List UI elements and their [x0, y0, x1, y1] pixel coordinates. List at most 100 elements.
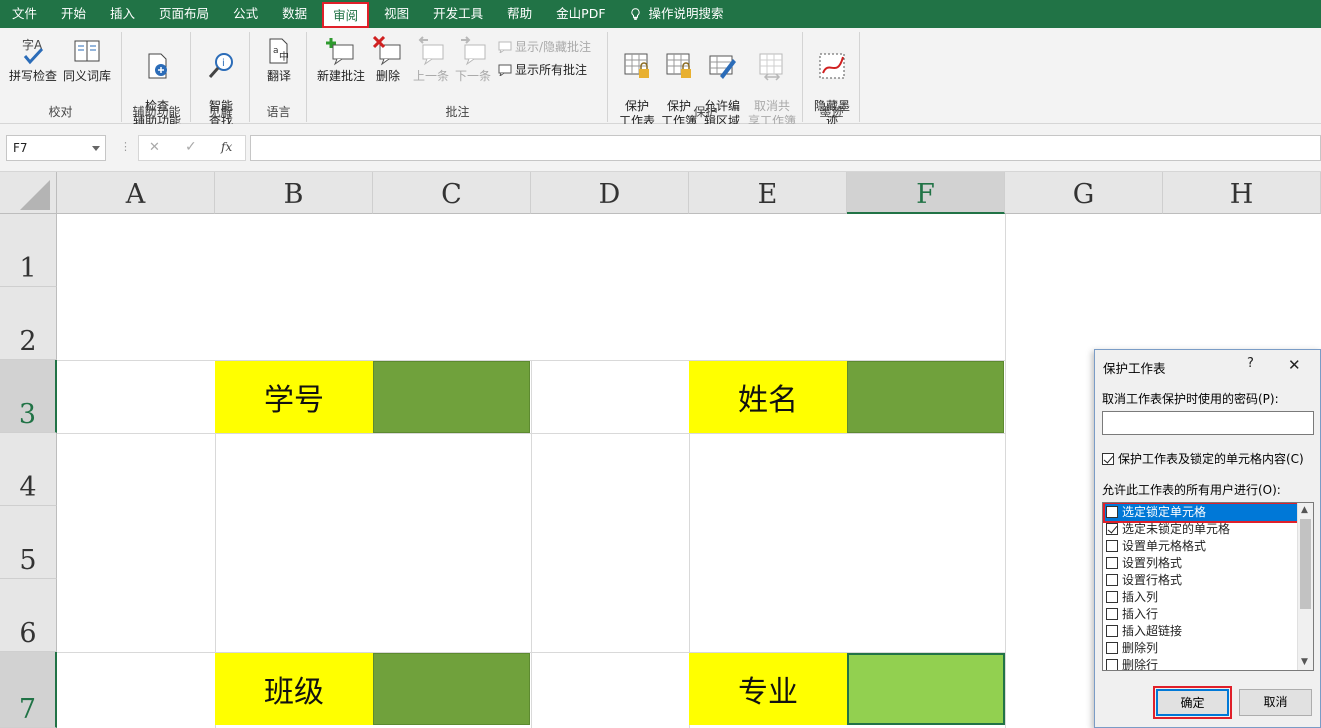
row-header-3[interactable]: 3	[0, 360, 57, 433]
menu-insert[interactable]: 插入	[98, 0, 147, 28]
menu-developer[interactable]: 开发工具	[421, 0, 495, 28]
tell-me-search[interactable]: 操作说明搜索	[618, 0, 736, 28]
permission-delete-rows[interactable]: 删除行	[1105, 657, 1298, 670]
new-comment-button[interactable]: 新建批注	[314, 36, 368, 84]
chevron-down-icon[interactable]	[92, 146, 100, 151]
checkbox[interactable]	[1106, 642, 1118, 654]
row-header-5[interactable]: 5	[0, 506, 57, 579]
spell-check-icon: 字A	[22, 37, 44, 65]
thesaurus-button[interactable]: 同义词库	[60, 36, 114, 84]
permission-insert-columns[interactable]: 插入列	[1105, 589, 1298, 606]
dialog-title: 保护工作表	[1103, 361, 1166, 376]
ribbon: 字A 拼写检查 同义词库 校对 检查 辅助功能 辅助功能 i 智能 查找 见解 …	[0, 28, 1321, 128]
checkbox[interactable]	[1106, 506, 1118, 518]
menu-review[interactable]: 审阅	[322, 2, 370, 28]
cell-c3[interactable]	[373, 361, 530, 433]
permission-select-unlocked[interactable]: 选定未锁定的单元格	[1105, 521, 1298, 538]
checkbox[interactable]	[1106, 591, 1118, 603]
row-header-1[interactable]: 1	[0, 214, 57, 287]
column-header-a[interactable]: A	[57, 172, 215, 214]
formula-buttons: ✕ ✓ fx	[138, 135, 246, 161]
accessibility-check-icon	[148, 53, 167, 79]
password-input[interactable]	[1102, 411, 1314, 435]
checkbox[interactable]	[1106, 659, 1118, 670]
show-all-comments-button[interactable]: 显示所有批注	[498, 61, 587, 78]
checkbox-checked[interactable]	[1102, 453, 1114, 465]
group-protect: 保护 工作表 保护 工作簿 允许编 辑区域 取消共 享工作簿 保护	[609, 32, 803, 128]
cell-c7[interactable]	[373, 653, 530, 725]
list-scrollbar[interactable]: ▲ ▼	[1297, 503, 1313, 670]
cell-f7-active[interactable]	[847, 653, 1005, 725]
permission-format-rows[interactable]: 设置行格式	[1105, 572, 1298, 589]
permission-insert-hyperlinks[interactable]: 插入超链接	[1105, 623, 1298, 640]
lightbulb-icon	[630, 8, 640, 20]
menu-file[interactable]: 文件	[0, 0, 49, 28]
formula-input[interactable]	[250, 135, 1321, 161]
permission-select-locked[interactable]: 选定锁定单元格	[1103, 503, 1300, 523]
cell-e7[interactable]: 专业	[689, 653, 847, 725]
password-label: 取消工作表保护时使用的密码(P):	[1102, 392, 1279, 406]
permissions-list[interactable]: 选定锁定单元格 选定未锁定的单元格 设置单元格格式 设置列格式 设置行格式 插入…	[1102, 502, 1314, 671]
permission-format-columns[interactable]: 设置列格式	[1105, 555, 1298, 572]
spelling-button[interactable]: 字A 拼写检查	[8, 36, 58, 84]
show-hide-comment-button[interactable]: 显示/隐藏批注	[498, 38, 591, 55]
previous-comment-button[interactable]: 上一条	[410, 36, 452, 84]
scroll-thumb[interactable]	[1300, 519, 1311, 609]
menu-view[interactable]: 视图	[372, 0, 421, 28]
menu-bar: 文件 开始 插入 页面布局 公式 数据 审阅 视图 开发工具 帮助 金山PDF …	[0, 0, 1321, 28]
checkbox[interactable]	[1106, 574, 1118, 586]
menu-formulas[interactable]: 公式	[221, 0, 270, 28]
menu-home[interactable]: 开始	[49, 0, 98, 28]
enter-icon[interactable]: ✓	[185, 139, 197, 155]
checkbox[interactable]	[1106, 540, 1118, 552]
column-header-e[interactable]: E	[689, 172, 847, 214]
column-header-f[interactable]: F	[847, 172, 1005, 214]
permission-format-cells[interactable]: 设置单元格格式	[1105, 538, 1298, 555]
proofing-group-label: 校对	[48, 105, 73, 119]
cell-b3[interactable]: 学号	[215, 361, 373, 433]
select-all-corner[interactable]	[0, 172, 57, 214]
protect-contents-checkbox[interactable]: 保护工作表及锁定的单元格内容(C)	[1102, 450, 1304, 467]
cell-b7[interactable]: 班级	[215, 653, 373, 725]
group-accessibility: 检查 辅助功能 辅助功能	[123, 32, 191, 128]
column-header-b[interactable]: B	[215, 172, 373, 214]
column-header-c[interactable]: C	[373, 172, 531, 214]
menu-help[interactable]: 帮助	[495, 0, 544, 28]
group-insights: i 智能 查找 见解	[192, 32, 250, 128]
ok-button[interactable]: 确定	[1153, 686, 1232, 719]
checkbox[interactable]	[1106, 625, 1118, 637]
translate-button[interactable]: a中 翻译	[255, 36, 303, 84]
close-icon[interactable]: ✕	[1288, 356, 1301, 374]
scroll-up-icon[interactable]: ▲	[1301, 505, 1308, 515]
next-comment-button[interactable]: 下一条	[452, 36, 494, 84]
menu-page-layout[interactable]: 页面布局	[147, 0, 221, 28]
permission-insert-rows[interactable]: 插入行	[1105, 606, 1298, 623]
checkbox[interactable]	[1106, 608, 1118, 620]
scroll-down-icon[interactable]: ▼	[1301, 657, 1308, 667]
cell-e3[interactable]: 姓名	[689, 361, 847, 433]
permission-delete-columns[interactable]: 删除列	[1105, 640, 1298, 657]
column-header-h[interactable]: H	[1163, 172, 1321, 214]
cancel-button[interactable]: 取消	[1239, 689, 1312, 716]
protect-group-label: 保护	[693, 105, 718, 119]
insert-function-icon[interactable]: fx	[221, 140, 232, 154]
row-header-6[interactable]: 6	[0, 579, 57, 652]
checkbox[interactable]	[1106, 557, 1118, 569]
column-header-g[interactable]: G	[1005, 172, 1163, 214]
cancel-icon[interactable]: ✕	[149, 140, 160, 155]
insights-group-label: 见解	[208, 105, 233, 119]
column-header-d[interactable]: D	[531, 172, 689, 214]
menu-kingsoft-pdf[interactable]: 金山PDF	[544, 0, 617, 28]
help-icon[interactable]: ?	[1247, 356, 1254, 371]
previous-comment-icon	[418, 36, 444, 66]
menu-data[interactable]: 数据	[270, 0, 319, 28]
row-header-7[interactable]: 7	[0, 652, 57, 728]
hide-ink-icon	[819, 53, 845, 79]
delete-comment-button[interactable]: 删除	[370, 36, 406, 84]
cell-f3[interactable]	[847, 361, 1004, 433]
next-comment-icon	[461, 36, 486, 66]
checkbox-checked[interactable]	[1106, 523, 1118, 535]
name-box[interactable]: F7	[6, 135, 106, 161]
row-header-4[interactable]: 4	[0, 433, 57, 506]
row-header-2[interactable]: 2	[0, 287, 57, 360]
